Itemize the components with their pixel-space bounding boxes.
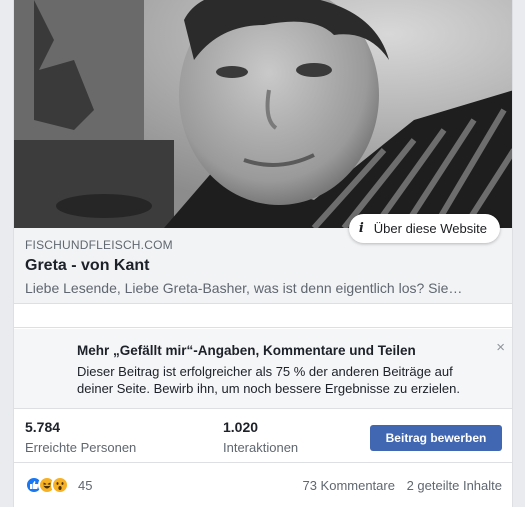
site-info-label: Über diese Website [373, 221, 487, 236]
reaction-count[interactable]: 45 [78, 478, 92, 493]
close-icon[interactable]: × [496, 339, 505, 356]
info-icon: i [358, 221, 364, 236]
boost-banner-title: Mehr „Gefällt mir“-Angaben, Kommentare u… [77, 343, 416, 358]
engagement-links: 73 Kommentare 2 geteilte Inhalte [294, 478, 502, 493]
boost-post-button[interactable]: Beitrag bewerben [370, 425, 502, 451]
reach-label: Erreichte Personen [25, 440, 137, 455]
wow-icon [51, 476, 69, 494]
link-title[interactable]: Greta - von Kant [25, 257, 149, 275]
link-description: Liebe Lesende, Liebe Greta-Basher, was i… [25, 280, 463, 296]
post-card: i Über diese Website FISCHUNDFLEISCH.COM… [13, 0, 513, 507]
shares-link[interactable]: 2 geteilte Inhalte [407, 478, 502, 493]
post-stats: 5.784 Erreichte Personen 1.020 Interakti… [14, 409, 512, 463]
reach-value: 5.784 [25, 419, 61, 435]
divider [14, 304, 512, 328]
link-domain: FISCHUNDFLEISCH.COM [25, 238, 173, 252]
post-photo[interactable] [14, 0, 512, 228]
comments-link[interactable]: 73 Kommentare [302, 478, 395, 493]
site-info-button[interactable]: i Über diese Website [348, 214, 500, 243]
engagement-label: Interaktionen [223, 440, 299, 455]
boost-banner: Mehr „Gefällt mir“-Angaben, Kommentare u… [14, 329, 512, 409]
portrait-image [14, 0, 512, 228]
engagement-value: 1.020 [223, 419, 259, 435]
reaction-icons[interactable] [25, 476, 69, 494]
reach-stat[interactable]: 5.784 Erreichte Personen [25, 419, 136, 455]
reactions-bar: 45 73 Kommentare 2 geteilte Inhalte [14, 463, 512, 507]
engagement-stat[interactable]: 1.020 Interaktionen [223, 419, 298, 455]
boost-banner-text: Dieser Beitrag ist erfolgreicher als 75 … [77, 364, 460, 396]
